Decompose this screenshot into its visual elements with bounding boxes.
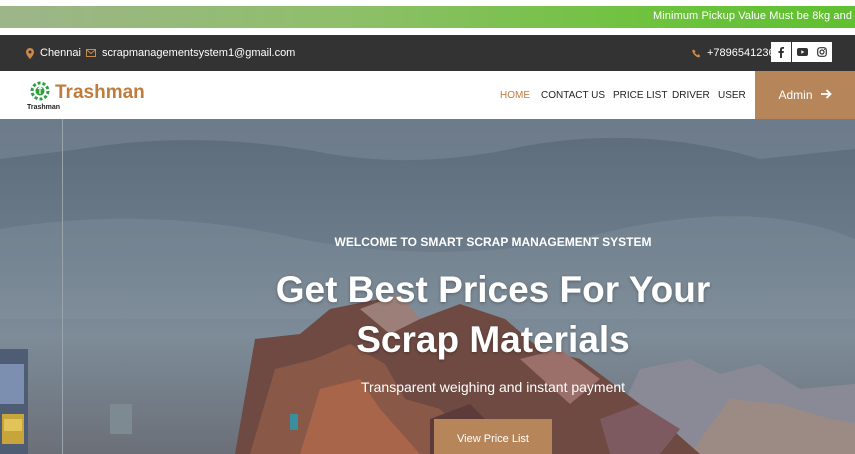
marquee-text: Minimum Pickup Value Must be 8kg and abo… [653, 10, 855, 22]
phone-text[interactable]: +7896541236 [707, 47, 775, 59]
location-info: Chennai [26, 35, 81, 71]
nav-home[interactable]: HOME [500, 71, 530, 119]
brand-name[interactable]: Trashman [55, 82, 145, 104]
nav-contact-us[interactable]: CONTACT US [541, 71, 605, 119]
facebook-button[interactable] [771, 42, 791, 62]
youtube-icon [796, 48, 808, 56]
admin-label: Admin [778, 88, 813, 102]
hero-title: Get Best Prices For Your Scrap Materials [0, 265, 855, 365]
instagram-icon [817, 47, 827, 57]
hero-subtitle: Transparent weighing and instant payment [360, 379, 626, 395]
admin-button[interactable]: Admin [755, 71, 855, 119]
arrow-right-icon [820, 88, 832, 102]
instagram-button[interactable] [812, 42, 832, 62]
view-price-list-button[interactable]: View Price List [434, 419, 552, 454]
phone-icon [692, 48, 701, 58]
nav-price-list[interactable]: PRICE LIST [613, 71, 667, 119]
announcement-marquee: Minimum Pickup Value Must be 8kg and abo… [0, 6, 855, 28]
brand-subtitle: Trashman [27, 104, 61, 111]
top-info-bar: Chennai scrapmanagementsystem1@gmail.com… [0, 35, 855, 71]
email-info[interactable]: scrapmanagementsystem1@gmail.com [86, 35, 295, 71]
youtube-button[interactable] [792, 42, 812, 62]
hero-title-line-2: Scrap Materials [356, 319, 630, 360]
phone-info[interactable]: +7896541236 [692, 35, 775, 71]
hero-section: WELCOME TO SMART SCRAP MANAGEMENT SYSTEM… [0, 119, 855, 454]
nav-driver[interactable]: DRIVER [672, 71, 710, 119]
hero-tagline: WELCOME TO SMART SCRAP MANAGEMENT SYSTEM [334, 235, 652, 249]
hero-title-line-1: Get Best Prices For Your [275, 269, 711, 310]
recycle-gear-icon[interactable] [30, 80, 50, 106]
map-pin-icon [26, 47, 34, 59]
location-text: Chennai [40, 47, 81, 59]
facebook-icon [778, 46, 784, 58]
nav-user[interactable]: USER [718, 71, 746, 119]
email-text[interactable]: scrapmanagementsystem1@gmail.com [102, 47, 295, 59]
envelope-icon [86, 49, 96, 57]
